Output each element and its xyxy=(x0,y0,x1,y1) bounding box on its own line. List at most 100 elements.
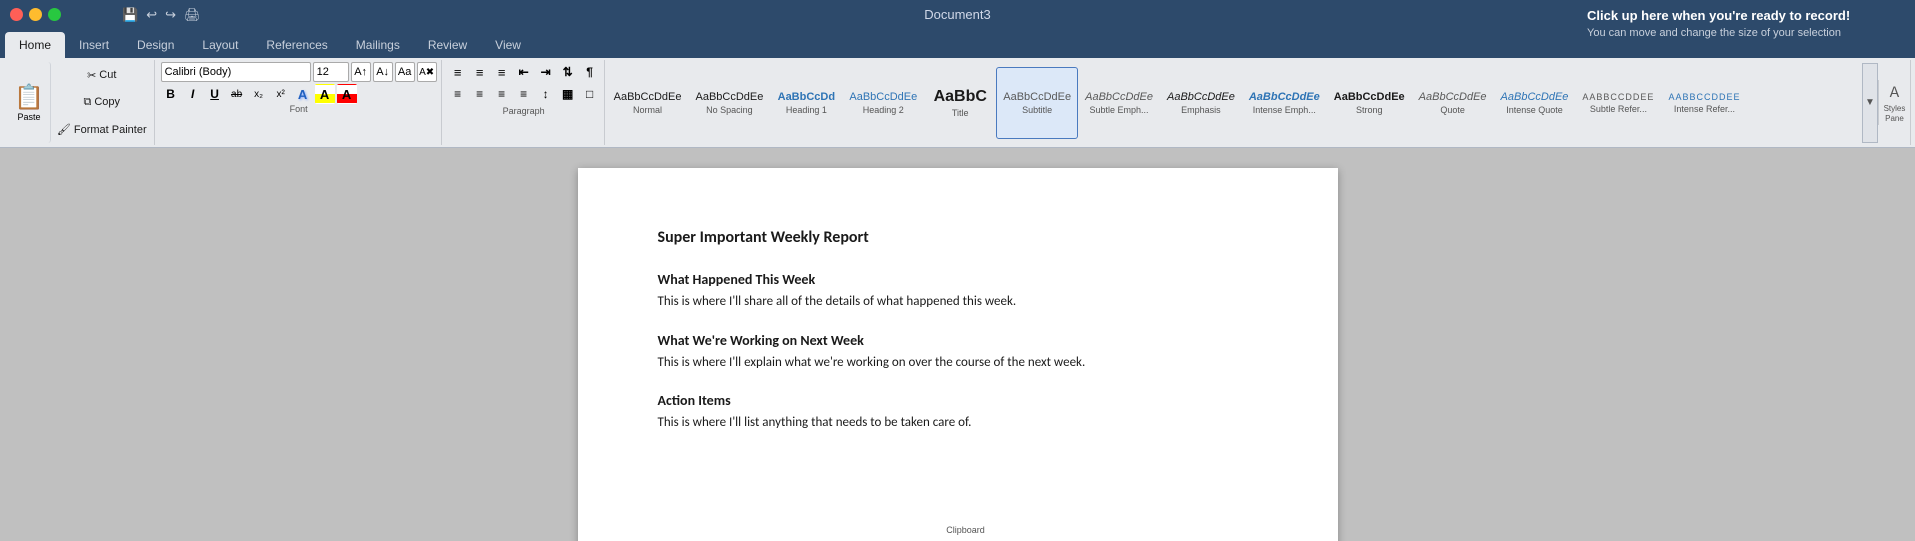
quick-access-toolbar: 💾 ↩ ↪ 🖨 xyxy=(120,5,203,25)
tab-design[interactable]: Design xyxy=(123,32,188,58)
border-button[interactable]: □ xyxy=(580,84,600,104)
minimize-button[interactable] xyxy=(29,8,42,21)
section-3-heading: Action Items xyxy=(658,392,1258,409)
style-intense-quote-label: Intense Quote xyxy=(1506,105,1563,115)
paste-button[interactable]: 📋 Paste xyxy=(8,62,51,143)
subscript-button[interactable]: x₂ xyxy=(249,84,269,104)
tooltip-body: You can move and change the size of your… xyxy=(1587,27,1903,39)
show-marks-button[interactable]: ¶ xyxy=(580,62,600,82)
italic-button[interactable]: I xyxy=(183,84,203,104)
tab-review[interactable]: Review xyxy=(414,32,481,58)
style-intense-ref-label: Intense Refer... xyxy=(1674,104,1735,114)
sort-button[interactable]: ⇅ xyxy=(558,62,578,82)
tab-view[interactable]: View xyxy=(481,32,535,58)
style-subtle-emph[interactable]: AaBbCcDdEe Subtle Emph... xyxy=(1078,67,1160,139)
justify-button[interactable]: ≡ xyxy=(514,84,534,104)
style-strong[interactable]: AaBbCcDdEe Strong xyxy=(1327,67,1412,139)
align-right-button[interactable]: ≡ xyxy=(492,84,512,104)
style-intense-ref-preview: AaBbCcDdEe xyxy=(1668,92,1740,102)
font-name-input[interactable] xyxy=(161,62,311,82)
style-intense-emph[interactable]: AaBbCcDdEe Intense Emph... xyxy=(1242,67,1327,139)
tab-insert[interactable]: Insert xyxy=(65,32,123,58)
clipboard-label: Clipboard xyxy=(8,525,1915,537)
document-title: Super Important Weekly Report xyxy=(658,228,1258,247)
style-emphasis[interactable]: AaBbCcDdEe Emphasis xyxy=(1160,67,1242,139)
ribbon-toolbar: 📋 Paste ✂ Cut ⧉ Copy 🖌 Format Painter Cl… xyxy=(0,58,1915,148)
styles-group: AaBbCcDdEe Normal AaBbCcDdEe No Spacing … xyxy=(607,60,1911,145)
undo-icon[interactable]: ↩ xyxy=(144,5,159,25)
line-spacing-button[interactable]: ↕ xyxy=(536,84,556,104)
close-button[interactable] xyxy=(10,8,23,21)
tab-mailings[interactable]: Mailings xyxy=(342,32,414,58)
section-1-body: This is where I'll share all of the deta… xyxy=(658,292,1258,312)
style-subtitle[interactable]: AaBbCcDdEe Subtitle xyxy=(996,67,1078,139)
multilevel-button[interactable]: ≡ xyxy=(492,62,512,82)
format-painter-icon: 🖌 xyxy=(57,123,71,136)
styles-pane-label: Styles Pane xyxy=(1884,104,1906,123)
style-subtle-ref-label: Subtle Refer... xyxy=(1590,104,1647,114)
change-case-button[interactable]: Aa xyxy=(395,62,415,82)
paste-icon: 📋 xyxy=(14,83,44,112)
copy-icon: ⧉ xyxy=(83,96,91,109)
styles-scroll-button[interactable]: ▼ xyxy=(1862,63,1878,143)
style-subtitle-label: Subtitle xyxy=(1022,105,1052,115)
paragraph-group: ≡ ≡ ≡ ⇤ ⇥ ⇅ ¶ ≡ ≡ ≡ ≡ ↕ ▦ □ Paragraph xyxy=(444,60,605,145)
redo-icon[interactable]: ↪ xyxy=(163,5,178,25)
cut-button[interactable]: ✂ Cut xyxy=(54,68,150,83)
tooltip-popup: Click up here when you're ready to recor… xyxy=(1575,0,1915,47)
style-normal[interactable]: AaBbCcDdEe Normal xyxy=(607,67,689,139)
tab-layout[interactable]: Layout xyxy=(188,32,252,58)
center-button[interactable]: ≡ xyxy=(470,84,490,104)
style-intense-quote[interactable]: AaBbCcDdEe Intense Quote xyxy=(1494,67,1576,139)
document-page[interactable]: Super Important Weekly Report What Happe… xyxy=(578,168,1338,541)
style-heading2[interactable]: AaBbCcDdEe Heading 2 xyxy=(842,67,924,139)
style-heading1-preview: AaBbCcDd xyxy=(778,91,835,103)
style-title[interactable]: AaBbC Title xyxy=(924,67,996,139)
style-strong-preview: AaBbCcDdEe xyxy=(1334,91,1405,103)
style-subtle-ref-preview: AaBbCcDdEe xyxy=(1582,92,1654,102)
superscript-button[interactable]: x² xyxy=(271,84,291,104)
shading-button[interactable]: ▦ xyxy=(558,84,578,104)
style-intense-emph-preview: AaBbCcDdEe xyxy=(1249,91,1320,103)
style-no-spacing[interactable]: AaBbCcDdEe No Spacing xyxy=(688,67,770,139)
font-size-input[interactable] xyxy=(313,62,349,82)
style-subtle-emph-label: Subtle Emph... xyxy=(1090,105,1149,115)
tooltip-title: Click up here when you're ready to recor… xyxy=(1587,8,1903,23)
clear-formatting-button[interactable]: A✖ xyxy=(417,62,437,82)
font-group-label: Font xyxy=(161,104,437,116)
font-shrink-button[interactable]: A↓ xyxy=(373,62,393,82)
strikethrough-button[interactable]: ab xyxy=(227,84,247,104)
styles-pane-button[interactable]: Ａ Styles Pane xyxy=(1878,80,1910,125)
style-heading1[interactable]: AaBbCcDd Heading 1 xyxy=(770,67,842,139)
increase-indent-button[interactable]: ⇥ xyxy=(536,62,556,82)
underline-button[interactable]: U xyxy=(205,84,225,104)
align-left-button[interactable]: ≡ xyxy=(448,84,468,104)
font-color-button[interactable]: A xyxy=(337,84,357,104)
font-grow-button[interactable]: A↑ xyxy=(351,62,371,82)
maximize-button[interactable] xyxy=(48,8,61,21)
style-quote[interactable]: AaBbCcDdEe Quote xyxy=(1412,67,1494,139)
numbering-button[interactable]: ≡ xyxy=(470,62,490,82)
style-no-spacing-preview: AaBbCcDdEe xyxy=(695,91,763,103)
paste-label: Paste xyxy=(17,112,40,122)
save-icon[interactable]: 💾 xyxy=(120,5,140,25)
print-icon[interactable]: 🖨 xyxy=(182,5,203,25)
decrease-indent-button[interactable]: ⇤ xyxy=(514,62,534,82)
text-effects-button[interactable]: A xyxy=(293,84,313,104)
clipboard-group: 📋 Paste ✂ Cut ⧉ Copy 🖌 Format Painter Cl… xyxy=(4,60,155,145)
style-quote-label: Quote xyxy=(1440,105,1465,115)
style-heading1-label: Heading 1 xyxy=(786,105,827,115)
highlight-button[interactable]: A xyxy=(315,84,335,104)
copy-button[interactable]: ⧉ Copy xyxy=(54,95,150,110)
tab-home[interactable]: Home xyxy=(5,32,65,58)
app-title: Document3 xyxy=(924,7,990,22)
style-intense-ref[interactable]: AaBbCcDdEe Intense Refer... xyxy=(1661,67,1747,139)
bullets-button[interactable]: ≡ xyxy=(448,62,468,82)
style-emphasis-label: Emphasis xyxy=(1181,105,1221,115)
bold-button[interactable]: B xyxy=(161,84,181,104)
style-subtle-emph-preview: AaBbCcDdEe xyxy=(1085,91,1153,103)
tab-references[interactable]: References xyxy=(252,32,341,58)
document-area: Super Important Weekly Report What Happe… xyxy=(0,148,1915,541)
format-painter-button[interactable]: 🖌 Format Painter xyxy=(54,122,150,137)
style-subtle-ref[interactable]: AaBbCcDdEe Subtle Refer... xyxy=(1575,67,1661,139)
